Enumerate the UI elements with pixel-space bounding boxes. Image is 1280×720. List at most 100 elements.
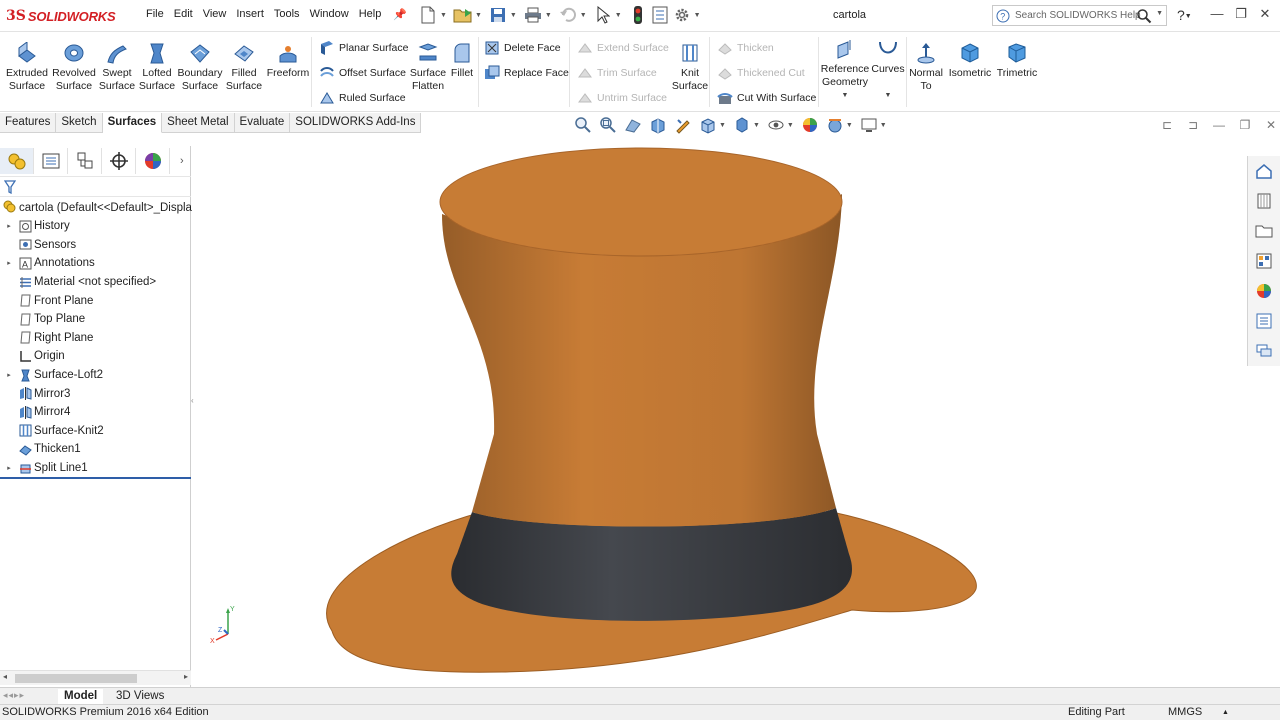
tree-item-top-plane[interactable]: Top Plane	[0, 310, 191, 329]
freeform-button[interactable]: Freeform	[266, 41, 310, 80]
scrollbar-thumb[interactable]	[15, 674, 137, 683]
curves-button[interactable]: Curves ▼	[871, 37, 905, 102]
close-icon[interactable]: ✕	[1253, 6, 1277, 22]
extend-surface-button[interactable]: Extend Surface	[576, 39, 669, 57]
solidworks-logo[interactable]: 3S SOLIDWORKS	[6, 3, 130, 29]
expand-arrow-icon[interactable]: ▸	[4, 371, 14, 379]
design-library-icon[interactable]	[1248, 186, 1280, 216]
display-manager-tab-icon[interactable]	[136, 148, 170, 174]
help-dropdown-icon[interactable]: ▼	[1185, 13, 1192, 20]
search-icon[interactable]	[1136, 8, 1152, 27]
print-dropdown-icon[interactable]: ▼	[545, 12, 552, 19]
edit-appearance-icon[interactable]	[800, 116, 820, 134]
knit-surface-button[interactable]: Knit Surface	[672, 41, 708, 93]
isometric-button[interactable]: Isometric	[947, 41, 993, 80]
tab-scroll-arrows-icon[interactable]: ◂◂▸▸	[3, 690, 25, 701]
tree-item-origin[interactable]: Origin	[0, 347, 191, 366]
thicken-button[interactable]: Thicken	[716, 39, 774, 57]
hide-show-dropdown-icon[interactable]: ▼	[787, 122, 794, 129]
print-icon[interactable]	[523, 4, 543, 26]
search-dropdown-icon[interactable]: ▼	[1156, 10, 1163, 17]
tab-3d-views[interactable]: 3D Views	[110, 689, 170, 704]
expand-arrow-icon[interactable]: ▸	[4, 259, 14, 267]
view-settings-icon[interactable]	[859, 116, 879, 134]
menu-window[interactable]: Window	[310, 8, 349, 20]
tree-item-surface-loft2[interactable]: ▸ Surface-Loft2	[0, 366, 191, 385]
units-selector[interactable]: MMGS	[1168, 706, 1202, 718]
offset-surface-button[interactable]: Offset Surface	[318, 64, 406, 82]
feature-tree-tab-icon[interactable]	[0, 148, 34, 174]
viewport-close-icon[interactable]: ✕	[1258, 118, 1280, 132]
undo-icon[interactable]	[558, 4, 578, 26]
tree-item-split-line1[interactable]: ▸ Split Line1	[0, 459, 191, 478]
display-style-dropdown-icon[interactable]: ▼	[753, 122, 760, 129]
scroll-left-arrow-icon[interactable]: ◂	[3, 672, 7, 681]
menu-tools[interactable]: Tools	[274, 8, 300, 20]
fillet-button[interactable]: Fillet	[448, 41, 476, 80]
tree-item-front-plane[interactable]: Front Plane	[0, 291, 191, 310]
property-manager-tab-icon[interactable]	[34, 148, 68, 174]
tree-root-part[interactable]: cartola (Default<<Default>_Displa	[3, 200, 192, 216]
open-folder-icon[interactable]	[453, 4, 473, 26]
help-icon[interactable]: ?▼	[1177, 7, 1192, 23]
forum-icon[interactable]	[1248, 336, 1280, 366]
tree-item-annotations[interactable]: ▸ A Annotations	[0, 254, 191, 273]
rebuild-icon[interactable]	[628, 4, 648, 26]
restore-icon[interactable]: ❐	[1229, 6, 1253, 22]
apply-scene-icon[interactable]	[825, 116, 845, 134]
hide-show-items-icon[interactable]	[766, 116, 786, 134]
thickened-cut-button[interactable]: Thickened Cut	[716, 64, 805, 82]
tree-item-right-plane[interactable]: Right Plane	[0, 329, 191, 348]
menu-insert[interactable]: Insert	[236, 8, 264, 20]
menu-edit[interactable]: Edit	[174, 8, 193, 20]
tab-addins[interactable]: SOLIDWORKS Add-Ins	[290, 113, 422, 133]
view-palette-icon[interactable]	[1248, 246, 1280, 276]
tab-surfaces[interactable]: Surfaces	[102, 113, 163, 133]
swept-surface-button[interactable]: Swept Surface	[98, 41, 136, 93]
tab-sketch[interactable]: Sketch	[56, 113, 103, 133]
tree-item-material[interactable]: Material <not specified>	[0, 273, 191, 292]
tab-evaluate[interactable]: Evaluate	[234, 113, 291, 133]
normal-to-button[interactable]: Normal To	[908, 41, 944, 93]
cut-with-surface-button[interactable]: Cut With Surface	[716, 89, 816, 107]
collapse-right-icon[interactable]: ⊐	[1180, 118, 1206, 132]
tree-filter[interactable]	[0, 176, 191, 197]
save-icon[interactable]	[488, 4, 508, 26]
dimxpert-manager-tab-icon[interactable]	[102, 148, 136, 174]
scroll-right-arrow-icon[interactable]: ▸	[184, 672, 188, 681]
select-dropdown-icon[interactable]: ▼	[615, 12, 622, 19]
previous-view-icon[interactable]	[623, 116, 643, 134]
rollback-bar[interactable]	[0, 477, 191, 479]
view-orientation-dropdown-icon[interactable]: ▼	[719, 122, 726, 129]
graphics-area[interactable]: Y X Z	[192, 134, 1246, 687]
zoom-to-fit-icon[interactable]	[573, 116, 593, 134]
more-tabs-chevron-icon[interactable]: ›	[180, 155, 184, 167]
top-hat-model[interactable]: Y X Z	[192, 134, 1246, 687]
tree-item-mirror4[interactable]: Mirror4	[0, 403, 191, 422]
viewport-minimize-icon[interactable]: —	[1206, 118, 1232, 132]
expand-arrow-icon[interactable]: ▸	[4, 222, 14, 230]
menu-file[interactable]: File	[146, 8, 164, 20]
apply-scene-dropdown-icon[interactable]: ▼	[846, 122, 853, 129]
revolved-surface-button[interactable]: Revolved Surface	[52, 41, 96, 93]
tree-item-thicken1[interactable]: Thicken1	[0, 440, 191, 459]
select-arrow-icon[interactable]	[593, 4, 613, 26]
tab-sheet-metal[interactable]: Sheet Metal	[162, 113, 235, 133]
minimize-icon[interactable]: —	[1205, 6, 1229, 22]
units-dropdown-icon[interactable]: ▲	[1222, 709, 1229, 716]
extruded-surface-button[interactable]: Extruded Surface	[6, 41, 48, 93]
options-dropdown-icon[interactable]: ▼	[694, 12, 701, 19]
section-view-icon[interactable]	[648, 116, 668, 134]
menu-view[interactable]: View	[203, 8, 227, 20]
tree-item-mirror3[interactable]: Mirror3	[0, 384, 191, 403]
lofted-surface-button[interactable]: Lofted Surface	[138, 41, 176, 93]
planar-surface-button[interactable]: Planar Surface	[318, 39, 408, 57]
tree-item-sensors[interactable]: Sensors	[0, 236, 191, 255]
tree-horizontal-scrollbar[interactable]: ◂ ▸	[0, 670, 191, 685]
options-gear-icon[interactable]	[672, 4, 692, 26]
view-settings-dropdown-icon[interactable]: ▼	[880, 122, 887, 129]
view-orientation-icon[interactable]	[698, 116, 718, 134]
tab-model[interactable]: Model	[58, 689, 104, 704]
tree-item-history[interactable]: ▸ History	[0, 217, 191, 236]
curves-dropdown-icon[interactable]: ▼	[885, 89, 892, 102]
